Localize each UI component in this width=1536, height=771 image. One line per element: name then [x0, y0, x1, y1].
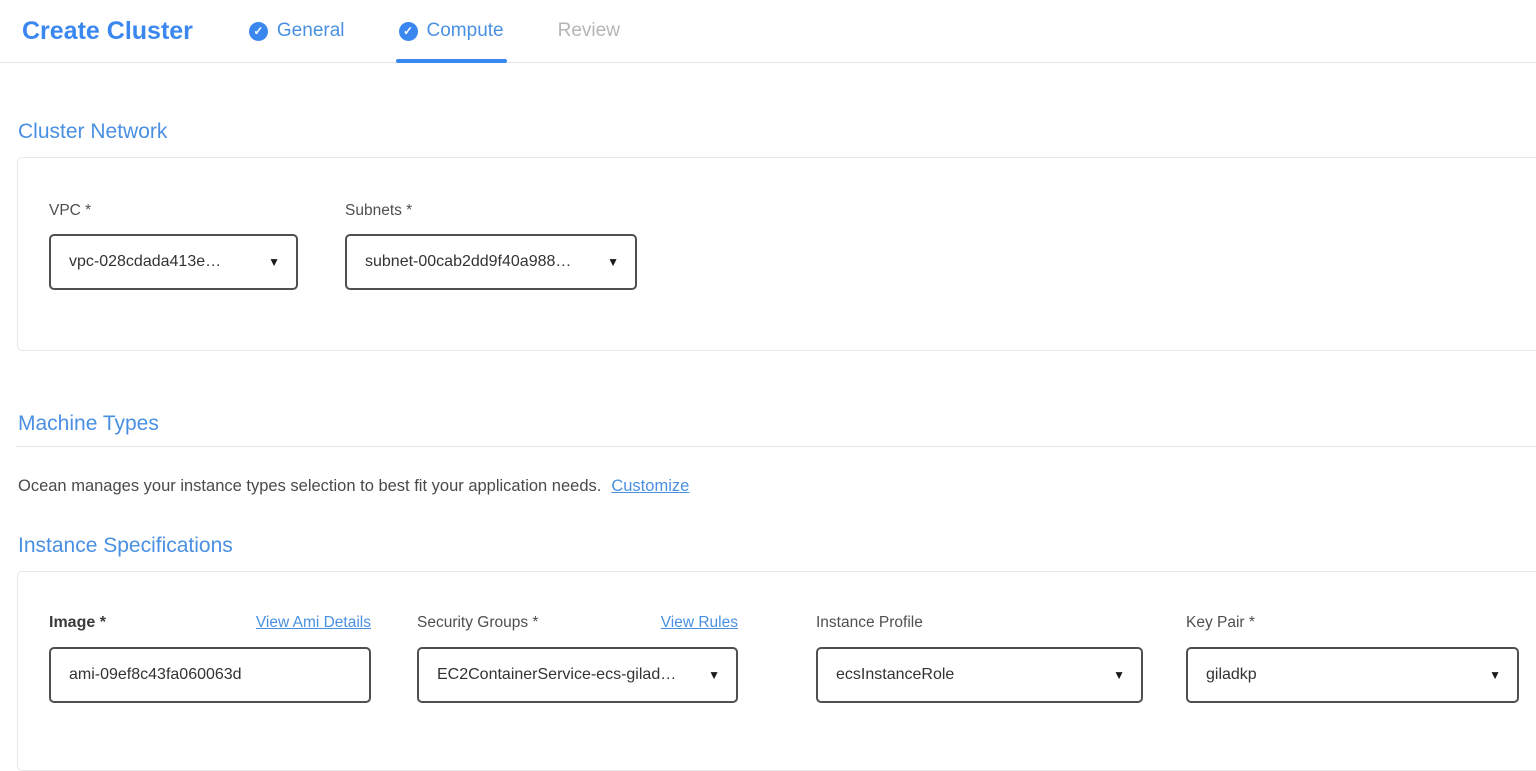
machine-types-description: Ocean manages your instance types select…: [18, 477, 601, 495]
view-ami-details-link[interactable]: View Ami Details: [256, 614, 371, 632]
machine-types-heading: Machine Types: [18, 412, 1536, 436]
chevron-down-icon: ▼: [268, 255, 280, 269]
chevron-down-icon: ▼: [1113, 668, 1125, 682]
vpc-field: VPC * vpc-028cdada413e… ▼: [49, 202, 298, 350]
check-circle-icon: ✓: [249, 22, 268, 41]
instance-profile-select[interactable]: ecsInstanceRole ▼: [816, 647, 1143, 703]
chevron-down-icon: ▼: [607, 255, 619, 269]
wizard-header: Create Cluster ✓ General ✓ Compute Revie…: [0, 0, 1536, 63]
subnets-label: Subnets *: [345, 202, 637, 220]
instance-profile-field: Instance Profile ecsInstanceRole ▼: [816, 614, 1143, 770]
security-groups-select[interactable]: EC2ContainerService-ecs-gilad… ▼: [417, 647, 738, 703]
subnets-selected-value: subnet-00cab2dd9f40a988…: [365, 253, 571, 271]
tab-general[interactable]: ✓ General: [249, 0, 345, 62]
key-pair-selected-value: giladkp: [1206, 666, 1257, 684]
subnets-select[interactable]: subnet-00cab2dd9f40a988… ▼: [345, 234, 637, 290]
chevron-down-icon: ▼: [708, 668, 720, 682]
instance-specifications-panel: Image * View Ami Details Security Groups…: [17, 571, 1536, 771]
vpc-selected-value: vpc-028cdada413e…: [69, 253, 221, 271]
tab-review-label: Review: [558, 20, 620, 42]
customize-link[interactable]: Customize: [611, 477, 689, 495]
subnets-field: Subnets * subnet-00cab2dd9f40a988… ▼: [345, 202, 637, 350]
key-pair-label: Key Pair *: [1186, 614, 1255, 632]
tab-compute[interactable]: ✓ Compute: [399, 0, 504, 62]
view-rules-link[interactable]: View Rules: [661, 614, 738, 632]
machine-types-description-row: Ocean manages your instance types select…: [18, 477, 1536, 496]
vpc-label: VPC *: [49, 202, 298, 220]
tab-review[interactable]: Review: [558, 0, 620, 62]
page-title: Create Cluster: [22, 17, 193, 46]
image-field: Image * View Ami Details: [49, 614, 371, 770]
section-divider: [16, 446, 1536, 447]
security-groups-label: Security Groups *: [417, 614, 538, 632]
security-groups-field: Security Groups * View Rules EC2Containe…: [417, 614, 738, 770]
check-circle-icon: ✓: [399, 22, 418, 41]
instance-specifications-heading: Instance Specifications: [18, 534, 1536, 558]
security-groups-selected-value: EC2ContainerService-ecs-gilad…: [437, 666, 676, 684]
vpc-select[interactable]: vpc-028cdada413e… ▼: [49, 234, 298, 290]
instance-profile-label: Instance Profile: [816, 614, 923, 632]
key-pair-select[interactable]: giladkp ▼: [1186, 647, 1519, 703]
cluster-network-heading: Cluster Network: [18, 120, 1536, 144]
chevron-down-icon: ▼: [1489, 668, 1501, 682]
key-pair-field: Key Pair * giladkp ▼: [1186, 614, 1519, 770]
tab-general-label: General: [277, 20, 345, 42]
tab-compute-label: Compute: [427, 20, 504, 42]
image-label: Image *: [49, 614, 106, 632]
instance-profile-selected-value: ecsInstanceRole: [836, 666, 954, 684]
cluster-network-panel: VPC * vpc-028cdada413e… ▼ Subnets * subn…: [17, 157, 1536, 351]
image-input[interactable]: [49, 647, 371, 703]
